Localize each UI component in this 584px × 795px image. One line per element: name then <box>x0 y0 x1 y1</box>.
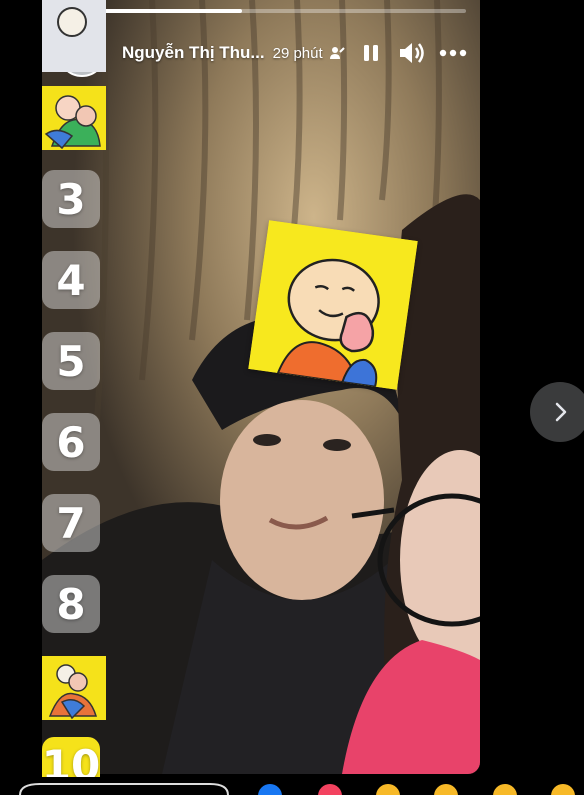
story-viewer: Nguyễn Thị Thu... 29 phút 3 4 5 6 7 8 10 <box>0 0 584 795</box>
strip-tile[interactable]: 5 <box>42 332 100 390</box>
strip-tile[interactable]: 7 <box>42 494 100 552</box>
strip-sticker-hug[interactable] <box>42 656 106 720</box>
video-scene <box>42 0 480 774</box>
cheeky-face-sticker <box>248 220 418 390</box>
strip-tile-partial[interactable]: 10 <box>42 737 100 777</box>
more-icon <box>439 49 466 57</box>
user-name[interactable]: Nguyễn Thị Thu... <box>122 43 265 63</box>
volume-button[interactable] <box>397 39 427 67</box>
reaction-bar <box>0 782 584 795</box>
pause-icon <box>363 45 378 61</box>
strip-tile[interactable]: 3 <box>42 170 100 228</box>
volume-icon <box>399 43 424 63</box>
strip-sticker-couple[interactable] <box>42 86 106 150</box>
strip-tile[interactable]: 4 <box>42 251 100 309</box>
strip-sticker-top[interactable] <box>42 0 106 72</box>
friends-icon <box>329 45 345 61</box>
story-progress-bar <box>58 9 466 13</box>
strip-tile-partial-label: 10 <box>42 741 100 777</box>
chevron-right-icon <box>555 402 567 422</box>
story-header: Nguyễn Thị Thu... 29 phút <box>58 28 473 78</box>
face-sticker[interactable] <box>248 220 418 390</box>
strip-tile[interactable]: 8 <box>42 575 100 633</box>
more-button[interactable] <box>439 41 467 65</box>
next-story-button[interactable] <box>530 382 584 442</box>
post-time: 29 phút <box>272 44 323 62</box>
pause-button[interactable] <box>359 41 383 65</box>
story-video[interactable] <box>42 0 480 774</box>
strip-tile[interactable]: 6 <box>42 413 100 471</box>
